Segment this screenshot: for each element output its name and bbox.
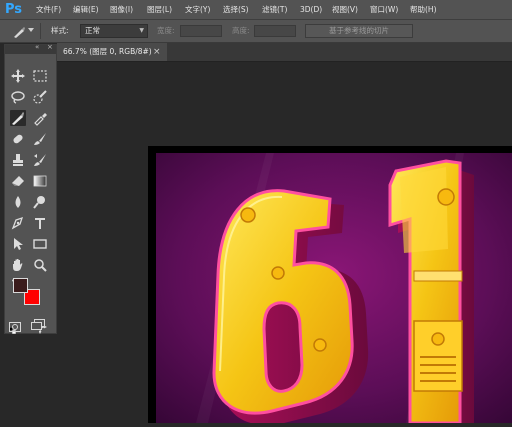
clone-stamp-tool-icon[interactable]	[10, 152, 26, 168]
marquee-tool-icon[interactable]	[32, 68, 48, 84]
width-field[interactable]	[180, 25, 222, 37]
hand-tool-icon[interactable]	[10, 257, 26, 273]
style-select-value: 正常	[85, 26, 100, 35]
document-tab[interactable]: 66.7% (图层 0, RGB/8#) ×	[57, 43, 167, 61]
menu-type[interactable]: 文字(Y)	[185, 0, 210, 19]
move-tool-icon[interactable]	[10, 68, 26, 84]
height-field[interactable]	[254, 25, 296, 37]
quick-mask-mode-icon[interactable]	[9, 317, 21, 332]
width-label: 宽度:	[157, 26, 175, 35]
zoom-tool-icon[interactable]	[32, 257, 48, 273]
menu-window[interactable]: 窗口(W)	[370, 0, 398, 19]
collapse-icon[interactable]: «	[35, 43, 39, 51]
eraser-tool-icon[interactable]	[10, 173, 26, 189]
menu-edit[interactable]: 编辑(E)	[73, 0, 99, 19]
style-label: 样式:	[51, 26, 69, 35]
pen-tool-icon[interactable]	[10, 215, 26, 231]
photoshop-logo: Ps	[5, 2, 23, 17]
height-label: 高度:	[232, 26, 250, 35]
slice-tool-icon[interactable]	[10, 110, 26, 126]
rectangle-tool-icon[interactable]	[32, 236, 48, 252]
slice-tool-preset-icon[interactable]	[12, 24, 26, 38]
tools-panel-header[interactable]: « ×	[5, 43, 56, 54]
document-tab-title: 66.7% (图层 0, RGB/8#)	[63, 47, 152, 56]
menu-view[interactable]: 视图(V)	[332, 0, 358, 19]
eyedropper-tool-icon[interactable]	[32, 110, 48, 126]
path-selection-tool-icon[interactable]	[10, 236, 26, 252]
menu-3d[interactable]: 3D(D)	[300, 0, 322, 19]
brush-tool-icon[interactable]	[32, 131, 48, 147]
history-brush-tool-icon[interactable]	[32, 152, 48, 168]
blur-tool-icon[interactable]	[10, 194, 26, 210]
menu-file[interactable]: 文件(F)	[36, 0, 61, 19]
type-tool-icon[interactable]	[32, 215, 48, 231]
slices-from-guides-button[interactable]: 基于参考线的切片	[305, 24, 413, 38]
style-select[interactable]: 正常 ▼	[80, 24, 148, 38]
menu-layer[interactable]: 图层(L)	[147, 0, 172, 19]
options-separator	[40, 23, 41, 39]
preset-dropdown-arrow-icon[interactable]	[28, 28, 34, 32]
chevron-down-icon: ▼	[139, 27, 144, 34]
document-tab-strip: 66.7% (图层 0, RGB/8#) ×	[57, 43, 512, 62]
menu-select[interactable]: 选择(S)	[223, 0, 249, 19]
quick-selection-tool-icon[interactable]	[32, 89, 48, 105]
foreground-color-swatch[interactable]	[13, 278, 28, 293]
menu-bar: Ps 文件(F) 编辑(E) 图像(I) 图层(L) 文字(Y) 选择(S) 滤…	[0, 0, 512, 20]
lasso-tool-icon[interactable]	[10, 89, 26, 105]
dodge-tool-icon[interactable]	[32, 194, 48, 210]
canvas-artwork-image[interactable]	[156, 153, 512, 426]
screen-mode-icon[interactable]	[31, 316, 45, 330]
menu-help[interactable]: 帮助(H)	[410, 0, 437, 19]
menu-filter[interactable]: 滤镜(T)	[262, 0, 287, 19]
close-icon[interactable]: ×	[153, 43, 161, 61]
menu-image[interactable]: 图像(I)	[110, 0, 133, 19]
close-icon[interactable]: ×	[47, 43, 53, 51]
options-bar: 样式: 正常 ▼ 宽度: 高度: 基于参考线的切片	[0, 20, 512, 43]
gradient-tool-icon[interactable]	[32, 173, 48, 189]
healing-brush-tool-icon[interactable]	[10, 131, 26, 147]
